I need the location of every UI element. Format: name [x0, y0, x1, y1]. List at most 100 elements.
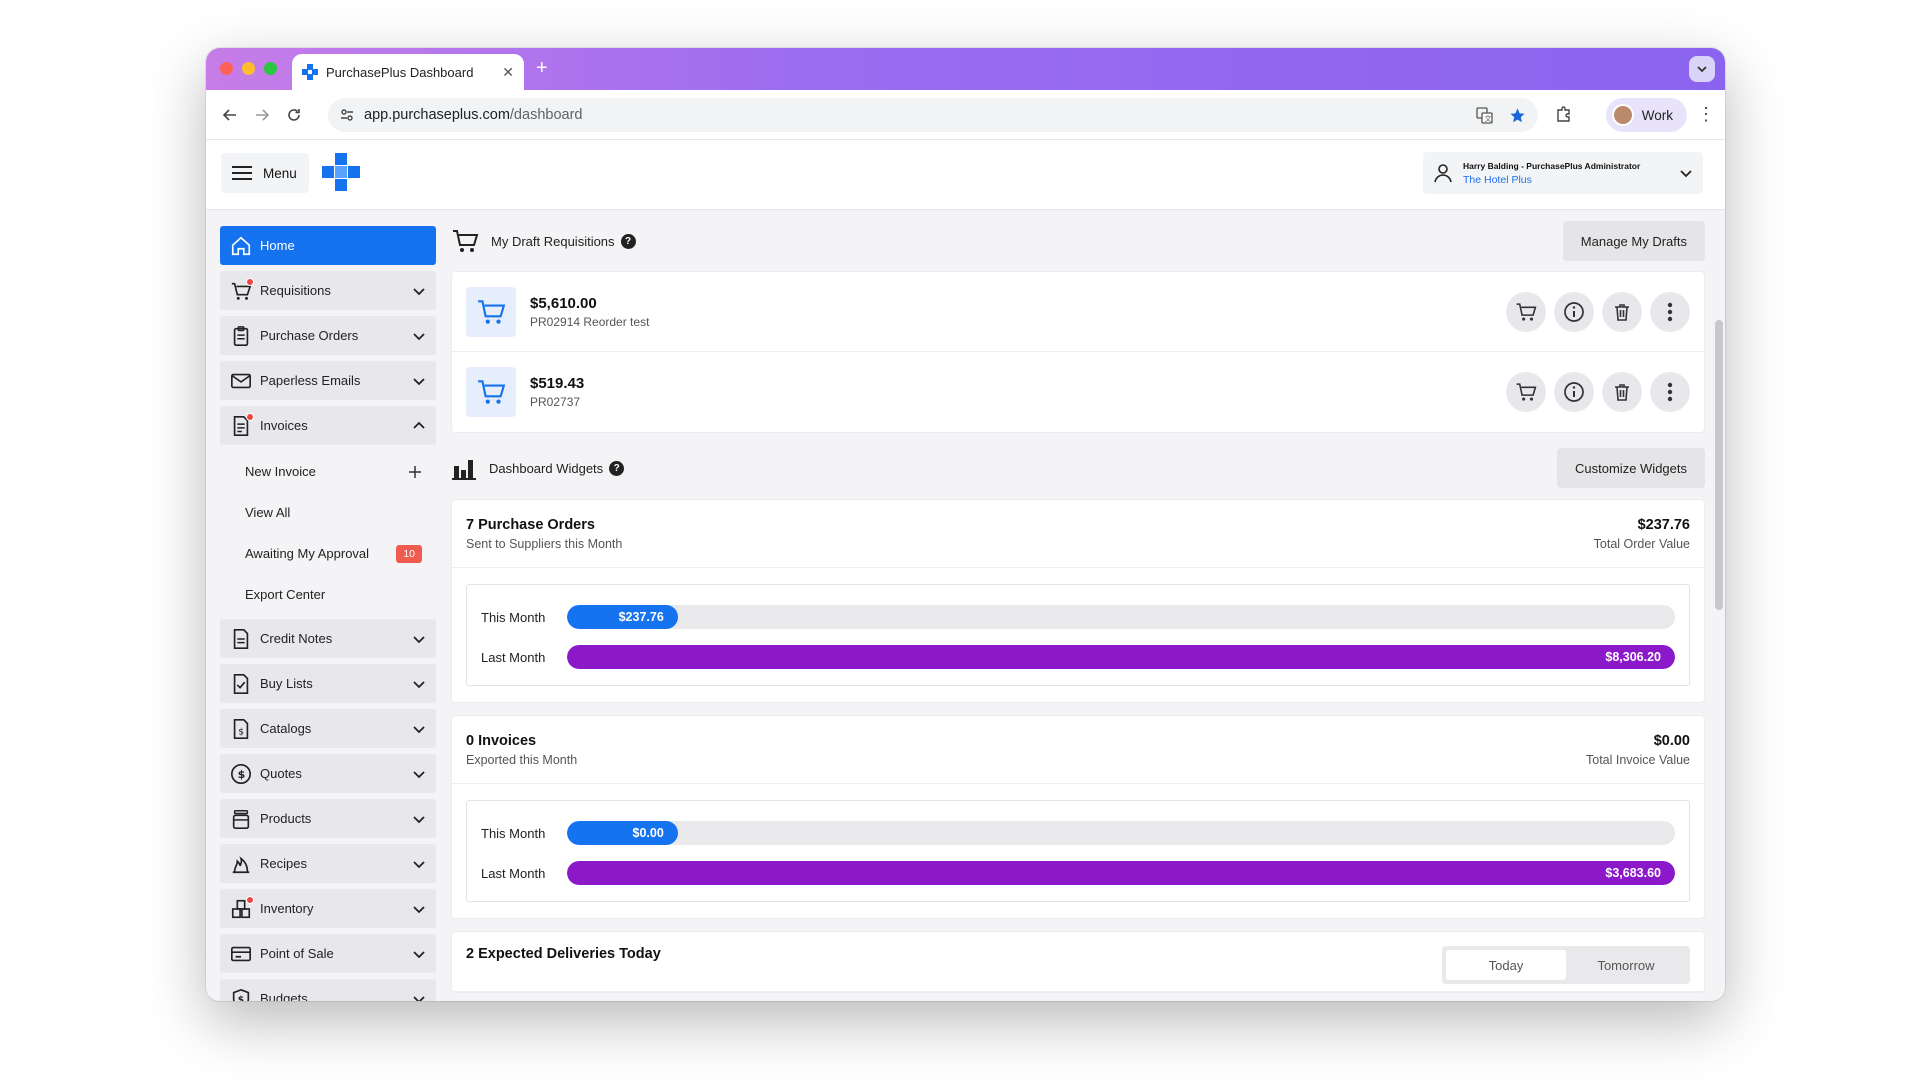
sidebar-item-buy-lists[interactable]: Buy Lists [220, 664, 436, 703]
last-month-bar: $8,306.20 [567, 645, 1675, 669]
widget-header: 0 Invoices Exported this Month $0.00 Tot… [452, 716, 1704, 784]
more-options-button[interactable] [1650, 372, 1690, 412]
drafts-list: $5,610.00 PR02914 Reorder test $519.43 P… [451, 271, 1705, 433]
customize-widgets-button[interactable]: Customize Widgets [1557, 448, 1705, 488]
sidebar-item-label: Home [260, 238, 295, 253]
chevron-down-icon [413, 725, 425, 733]
forward-button[interactable] [246, 99, 278, 131]
sidebar-item-products[interactable]: Products [220, 799, 436, 838]
chevron-up-icon [413, 421, 425, 429]
back-button[interactable] [214, 99, 246, 131]
trash-icon [1615, 303, 1629, 321]
sidebar-item-label: Requisitions [260, 283, 331, 298]
chevron-down-icon [1697, 66, 1707, 73]
widget-total: $0.00 [1653, 732, 1690, 749]
translate-icon[interactable]: 文 [1476, 106, 1493, 124]
user-organisation: The Hotel Plus [1463, 173, 1532, 186]
details-button[interactable] [1554, 291, 1594, 332]
sidebar-item-label: Products [260, 811, 312, 826]
draft-actions [1506, 291, 1690, 332]
info-icon [1564, 382, 1584, 402]
sidebar-subitem-awaiting-approval[interactable]: Awaiting My Approval 10 [220, 533, 436, 574]
widget-total-label: Total Invoice Value [1586, 752, 1690, 767]
sidebar-subitem-view-all[interactable]: View All [220, 492, 436, 533]
delete-button[interactable] [1602, 372, 1642, 412]
chevron-down-icon [413, 770, 425, 778]
chevron-down-icon [413, 332, 425, 340]
minimize-window-button[interactable] [242, 62, 255, 75]
chevron-down-icon [413, 905, 425, 913]
more-vertical-icon [1667, 302, 1673, 321]
more-vertical-icon [1667, 382, 1673, 402]
widgets-title: Dashboard Widgets [489, 460, 604, 476]
more-options-button[interactable] [1650, 291, 1690, 332]
widget-header: 2 Expected Deliveries Today Today Tomorr… [452, 932, 1704, 992]
approval-count-badge: 10 [396, 544, 422, 563]
tab-tomorrow[interactable]: Tomorrow [1566, 950, 1686, 980]
sidebar-item-requisitions[interactable]: Requisitions [220, 271, 436, 310]
sidebar-subitem-export-center[interactable]: Export Center [220, 574, 436, 615]
sidebar-item-label: Inventory [260, 901, 314, 916]
sidebar-item-label: Paperless Emails [260, 373, 361, 388]
sidebar-item-catalogs[interactable]: $ Catalogs [220, 709, 436, 748]
manage-drafts-button[interactable]: Manage My Drafts [1562, 221, 1705, 261]
user-switcher[interactable]: Harry Balding - PurchasePlus Administrat… [1423, 152, 1703, 194]
shield-dollar-icon: $ [230, 988, 252, 1001]
sidebar-item-recipes[interactable]: Recipes [220, 844, 436, 883]
purchase-orders-widget: 7 Purchase Orders Sent to Suppliers this… [451, 499, 1705, 703]
sidebar-item-invoices[interactable]: Invoices [220, 406, 436, 445]
draft-item[interactable]: $519.43 PR02737 [452, 352, 1704, 432]
purchaseplus-logo[interactable] [322, 153, 360, 196]
page-scrollbar[interactable] [1715, 320, 1723, 610]
plus-icon[interactable] [408, 465, 422, 479]
dollar-circle-icon: $ [230, 763, 252, 785]
help-icon[interactable]: ? [620, 233, 636, 249]
window-controls [220, 62, 277, 75]
url-field[interactable]: app.purchaseplus.com/dashboard 文 [328, 98, 1538, 132]
sidebar-item-purchase-orders[interactable]: Purchase Orders [220, 316, 436, 355]
draft-item[interactable]: $5,610.00 PR02914 Reorder test [452, 272, 1704, 352]
maximize-window-button[interactable] [264, 62, 277, 75]
draft-amount: $5,610.00 [530, 294, 597, 312]
sidebar-subitem-new-invoice[interactable]: New Invoice [220, 451, 436, 492]
cart-icon [1516, 302, 1537, 321]
site-settings-icon [341, 109, 353, 121]
profile-button[interactable]: Work [1605, 98, 1687, 132]
tab-today[interactable]: Today [1446, 950, 1566, 980]
sidebar-item-credit-notes[interactable]: Credit Notes [220, 619, 436, 658]
sidebar-item-budgets[interactable]: $ Budgets [220, 979, 436, 1001]
open-cart-button[interactable] [1506, 372, 1546, 412]
url-host: app.purchaseplus.com [364, 107, 510, 123]
reload-button[interactable] [278, 99, 310, 131]
bar-track: $3,683.60 [567, 861, 1675, 885]
app-header: Menu Harry Balding - PurchasePlus Admini… [206, 140, 1725, 210]
new-tab-button[interactable]: + [536, 58, 548, 78]
browser-menu-icon[interactable]: ⋮ [1697, 105, 1715, 123]
info-icon [1564, 301, 1584, 322]
chevron-down-icon [413, 680, 425, 688]
close-tab-icon[interactable]: ✕ [502, 64, 514, 81]
open-cart-button[interactable] [1506, 291, 1546, 332]
envelope-icon [230, 370, 252, 392]
svg-text:$: $ [238, 726, 244, 737]
chevron-down-icon [413, 287, 425, 295]
close-window-button[interactable] [220, 62, 233, 75]
menu-button[interactable]: Menu [221, 153, 309, 193]
details-button[interactable] [1554, 372, 1594, 412]
help-icon[interactable]: ? [609, 460, 625, 476]
sidebar-item-quotes[interactable]: $ Quotes [220, 754, 436, 793]
sidebar-item-inventory[interactable]: Inventory [220, 889, 436, 928]
delete-button[interactable] [1602, 291, 1642, 332]
sidebar-item-point-of-sale[interactable]: Point of Sale [220, 934, 436, 973]
draft-cart-icon [466, 367, 516, 417]
sidebar-item-home[interactable]: Home [220, 226, 436, 265]
drafts-section-header: My Draft Requisitions ? Manage My Drafts [451, 220, 1705, 262]
extensions-button[interactable] [1555, 105, 1573, 128]
tab-search-button[interactable] [1689, 56, 1715, 82]
browser-tab[interactable]: PurchasePlus Dashboard ✕ [292, 54, 524, 90]
last-month-row: Last Month $8,306.20 [481, 645, 1675, 669]
widgets-section-header: Dashboard Widgets ? Customize Widgets [451, 447, 1705, 489]
sidebar-item-paperless-emails[interactable]: Paperless Emails [220, 361, 436, 400]
bookmark-star-icon[interactable] [1509, 107, 1526, 124]
favicon-icon [302, 64, 318, 80]
